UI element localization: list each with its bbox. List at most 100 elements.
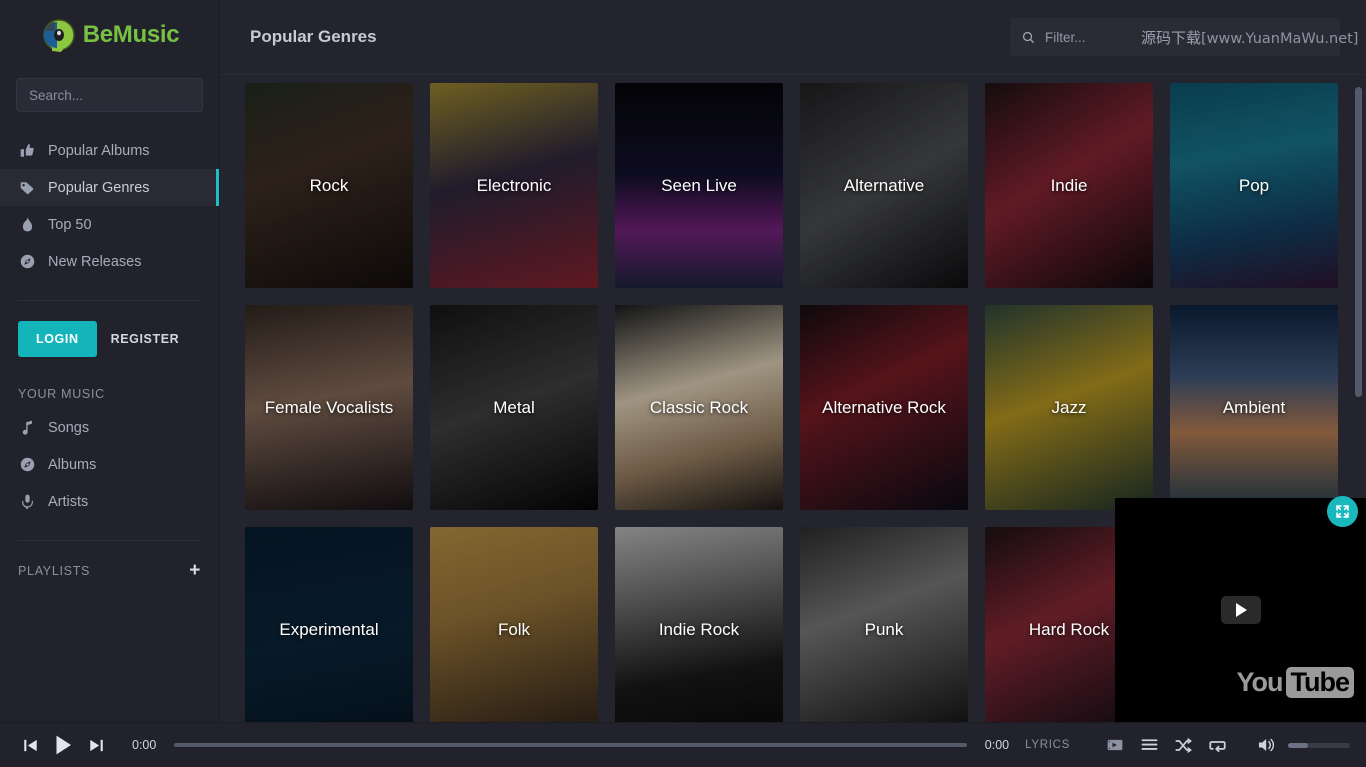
genre-tile[interactable]: Pop	[1170, 83, 1338, 288]
filter-input[interactable]	[1045, 30, 1131, 45]
genre-tile[interactable]: Metal	[430, 305, 598, 510]
vertical-scrollbar[interactable]	[1355, 87, 1362, 397]
logo-text: BeMusic	[83, 21, 180, 49]
genre-tile[interactable]: Electronic	[430, 83, 598, 288]
youtube-play-button[interactable]	[1221, 596, 1261, 624]
sidebar-item-popular-genres[interactable]: Popular Genres	[0, 169, 219, 206]
genre-tile[interactable]: Folk	[430, 527, 598, 722]
genre-tile-label: Indie Rock	[615, 620, 783, 640]
volume-button[interactable]	[1252, 730, 1282, 760]
your-music-nav: Songs Albums	[0, 409, 219, 520]
sidebar-item-top-50[interactable]: Top 50	[0, 206, 219, 243]
play-button[interactable]	[46, 728, 80, 762]
previous-track-button[interactable]	[16, 731, 44, 759]
genre-tile-label: Experimental	[245, 620, 413, 640]
register-button[interactable]: REGISTER	[111, 332, 180, 346]
youtube-logo-tube: Tube	[1286, 667, 1355, 698]
genre-tile[interactable]: Experimental	[245, 527, 413, 722]
playlists-label: PLAYLISTS	[18, 564, 90, 578]
youtube-logo-you: You	[1237, 667, 1283, 698]
genre-tile[interactable]: Jazz	[985, 305, 1153, 510]
search-box[interactable]	[16, 78, 203, 112]
genre-tile-label: Ambient	[1170, 398, 1338, 418]
sidebar-divider-1	[18, 300, 201, 301]
shuffle-button[interactable]	[1168, 730, 1198, 760]
compass-icon	[18, 254, 36, 269]
video-icon	[1107, 738, 1123, 752]
sidebar-item-label: Popular Albums	[48, 143, 150, 159]
queue-list-icon	[1141, 738, 1158, 752]
add-playlist-button[interactable]: +	[189, 561, 201, 580]
sidebar-item-artists[interactable]: Artists	[0, 483, 219, 520]
app-logo[interactable]: BeMusic	[0, 0, 219, 64]
elapsed-time: 0:00	[132, 738, 156, 752]
microphone-icon	[18, 494, 36, 509]
content-header: Popular Genres 源码下载[www.YuanMaWu.net]	[220, 0, 1366, 75]
genre-tile-label: Metal	[430, 398, 598, 418]
sidebar-item-albums[interactable]: Albums	[0, 446, 219, 483]
sidebar-item-label: Popular Genres	[48, 180, 150, 196]
genre-tile-label: Seen Live	[615, 176, 783, 196]
volume-slider[interactable]	[1288, 743, 1350, 748]
video-toggle-button[interactable]	[1100, 730, 1130, 760]
filter-box[interactable]: 源码下载[www.YuanMaWu.net]	[1010, 18, 1340, 56]
genre-tile-label: Punk	[800, 620, 968, 640]
page-title: Popular Genres	[250, 27, 377, 47]
genre-tile-label: Indie	[985, 176, 1153, 196]
lyrics-button[interactable]: LYRICS	[1025, 739, 1070, 751]
sidebar-item-label: New Releases	[48, 254, 142, 270]
sidebar-item-label: Albums	[48, 457, 96, 473]
seek-slider[interactable]	[174, 743, 966, 747]
search-input[interactable]	[29, 88, 190, 103]
music-note-icon	[18, 420, 36, 435]
youtube-video-overlay[interactable]: You Tube	[1115, 498, 1366, 722]
next-track-button[interactable]	[82, 731, 110, 759]
watermark-text: 源码下载[www.YuanMaWu.net]	[1141, 27, 1358, 48]
login-button[interactable]: LOGIN	[18, 321, 97, 357]
genre-tile-label: Classic Rock	[615, 398, 783, 418]
sidebar-item-popular-albums[interactable]: Popular Albums	[0, 132, 219, 169]
sidebar: BeMusic Popular Albums	[0, 0, 220, 722]
play-icon	[51, 733, 75, 757]
genre-tile[interactable]: Rock	[245, 83, 413, 288]
volume-slider-fill	[1288, 743, 1308, 748]
genre-tile-label: Alternative	[800, 176, 968, 196]
shuffle-icon	[1175, 738, 1192, 753]
your-music-label: YOUR MUSIC	[18, 387, 105, 401]
disc-icon	[18, 457, 36, 472]
genre-tile[interactable]: Classic Rock	[615, 305, 783, 510]
play-icon	[1236, 603, 1247, 617]
genre-tile[interactable]: Alternative	[800, 83, 968, 288]
genre-tile[interactable]: Indie	[985, 83, 1153, 288]
sidebar-divider-2	[18, 540, 201, 541]
sidebar-item-label: Songs	[48, 420, 89, 436]
next-track-icon	[88, 737, 105, 754]
sidebar-item-songs[interactable]: Songs	[0, 409, 219, 446]
search-icon	[1022, 31, 1035, 44]
queue-button[interactable]	[1134, 730, 1164, 760]
repeat-button[interactable]	[1202, 730, 1232, 760]
previous-track-icon	[22, 737, 39, 754]
auth-buttons: LOGIN REGISTER	[0, 321, 219, 357]
genre-tile[interactable]: Punk	[800, 527, 968, 722]
tag-icon	[18, 180, 36, 196]
expand-player-button[interactable]	[1327, 496, 1358, 527]
genre-tile-label: Alternative Rock	[800, 398, 968, 418]
genre-tile-label: Folk	[430, 620, 598, 640]
bemusic-app: BeMusic Popular Albums	[0, 0, 1366, 767]
repeat-icon	[1209, 738, 1226, 753]
genre-tile[interactable]: Alternative Rock	[800, 305, 968, 510]
youtube-logo: You Tube	[1237, 667, 1355, 698]
thumbs-up-icon	[18, 143, 36, 158]
genre-tile-label: Rock	[245, 176, 413, 196]
player-bar: 0:00 0:00 LYRICS	[0, 722, 1366, 767]
genre-tile[interactable]: Female Vocalists	[245, 305, 413, 510]
genre-tile[interactable]: Seen Live	[615, 83, 783, 288]
genre-tile[interactable]: Ambient	[1170, 305, 1338, 510]
genre-tile[interactable]: Indie Rock	[615, 527, 783, 722]
sidebar-item-new-releases[interactable]: New Releases	[0, 243, 219, 280]
genre-tile-label: Jazz	[985, 398, 1153, 418]
watermark-url: [www.YuanMaWu.net]	[1201, 31, 1358, 47]
bemusic-logo-icon	[40, 17, 76, 53]
primary-nav: Popular Albums Popular Genres Top 50	[0, 132, 219, 280]
